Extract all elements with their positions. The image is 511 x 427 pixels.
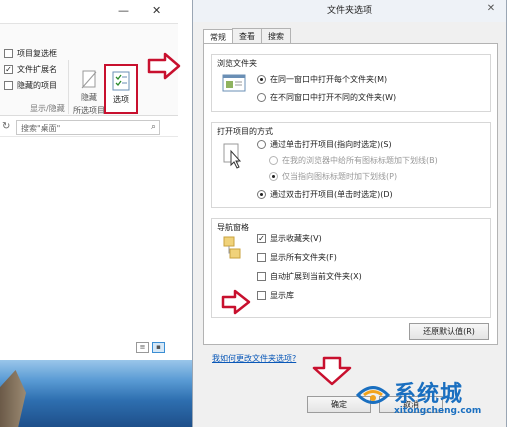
tab-search[interactable]: 搜索	[261, 28, 291, 44]
checkbox-checked[interactable]: ✓	[4, 65, 13, 74]
red-arrow-down-icon	[312, 356, 352, 386]
options-button[interactable]: 选项	[104, 64, 138, 114]
folders-icon	[223, 236, 241, 259]
option-label: 显示所有文件夹(F)	[270, 253, 337, 262]
radio-double-click[interactable]: 通过双击打开项目(单击时选定)(D)	[257, 189, 393, 200]
help-link[interactable]: 我如何更改文件夹选项?	[212, 353, 296, 364]
restore-defaults-button[interactable]: 还原默认值(R)	[409, 323, 489, 340]
browse-folders-group: 浏览文件夹 在同一窗口中打开每个文件夹(M) 在不同窗口中打开不同的文件夹(W)	[211, 54, 491, 112]
checkbox-label: 文件扩展名	[17, 65, 57, 74]
search-input[interactable]: 搜索"桌面" ⌕	[16, 120, 160, 135]
radio-button[interactable]	[257, 190, 266, 199]
option-label: 通过单击打开项目(指向时选定)(S)	[270, 140, 392, 149]
watermark-logo-icon	[355, 386, 391, 404]
option-label: 在同一窗口中打开每个文件夹(M)	[270, 75, 388, 84]
radio-new-window[interactable]: 在不同窗口中打开不同的文件夹(W)	[257, 92, 396, 103]
group-title: 打开项目的方式	[217, 127, 273, 136]
file-extensions-option[interactable]: ✓ 文件扩展名	[4, 64, 57, 75]
hide-selected-items-button[interactable]: 隐藏 所选项目	[70, 70, 108, 116]
dialog-close-button[interactable]: ✕	[482, 3, 500, 17]
group-title: 浏览文件夹	[217, 59, 257, 68]
watermark-text: 系统城	[394, 382, 464, 407]
checkbox[interactable]	[257, 272, 266, 281]
checkbox[interactable]	[4, 81, 13, 90]
checkbox[interactable]	[257, 291, 266, 300]
red-arrow-right-icon	[221, 289, 251, 315]
radio-button[interactable]	[257, 140, 266, 149]
hide-sub-label: 所选项目	[73, 106, 105, 115]
option-label: 在不同窗口中打开不同的文件夹(W)	[270, 93, 397, 102]
refresh-icon[interactable]: ↻	[2, 121, 10, 132]
checkbox[interactable]	[257, 253, 266, 262]
address-row: ↻ 搜索"桌面" ⌕	[0, 119, 178, 137]
option-label: 通过双击打开项目(单击时选定)(D)	[270, 190, 393, 199]
options-icon	[112, 71, 130, 91]
option-label: 显示收藏夹(V)	[270, 234, 322, 243]
divider	[68, 60, 69, 114]
tab-general[interactable]: 常规	[203, 29, 233, 43]
hide-items-icon	[81, 70, 97, 89]
red-arrow-right-icon	[147, 52, 181, 80]
dialog-tabs: 常规 查看 搜索	[203, 28, 291, 44]
options-label: 选项	[113, 95, 129, 104]
checkbox-label: 隐藏的项目	[17, 81, 57, 90]
radio-button[interactable]	[269, 172, 278, 181]
large-icons-view-icon[interactable]: ▪	[152, 342, 165, 353]
site-watermark: 系统城 xitongcheng.com	[352, 372, 508, 427]
pointer-document-icon	[223, 143, 242, 169]
radio-button[interactable]	[257, 75, 266, 84]
click-items-group: 打开项目的方式 通过单击打开项目(指向时选定)(S) 在我的浏览器中给所有图标标…	[211, 122, 491, 208]
hide-label: 隐藏	[81, 93, 97, 102]
checkbox[interactable]	[4, 49, 13, 58]
search-icon[interactable]: ⌕	[151, 122, 156, 132]
watermark-url: xitongcheng.com	[394, 406, 482, 416]
checkbox-expand-to-current[interactable]: 自动扩展到当前文件夹(X)	[257, 271, 362, 282]
hidden-items-option[interactable]: 隐藏的项目	[4, 80, 57, 91]
dialog-title: 文件夹选项	[193, 0, 506, 22]
navigation-pane-group: 导航窗格 ✓ 显示收藏夹(V) 显示所有文件夹(F) 自动扩展到当前文件夹(X)…	[211, 218, 491, 318]
details-view-icon[interactable]: ≡	[136, 342, 149, 353]
option-label: 在我的浏览器中给所有图标标题加下划线(B)	[282, 156, 438, 165]
minimize-button[interactable]: —	[118, 4, 129, 17]
checkbox-label: 项目复选框	[17, 49, 57, 58]
close-button[interactable]: ✕	[152, 4, 161, 17]
checkbox-show-libraries[interactable]: 显示库	[257, 290, 294, 301]
option-label: 仅当指向图标标题时加下划线(P)	[282, 172, 398, 181]
option-label: 显示库	[270, 291, 294, 300]
explorer-titlebar: — ✕	[0, 0, 178, 24]
radio-single-click[interactable]: 通过单击打开项目(指向时选定)(S)	[257, 139, 392, 150]
file-list-area	[0, 138, 178, 338]
desktop-wallpaper	[0, 360, 192, 427]
radio-same-window[interactable]: 在同一窗口中打开每个文件夹(M)	[257, 74, 387, 85]
option-label: 自动扩展到当前文件夹(X)	[270, 272, 362, 281]
checkbox-checked[interactable]: ✓	[257, 234, 266, 243]
view-switcher: ≡ ▪	[136, 342, 165, 353]
radio-button[interactable]	[269, 156, 278, 165]
search-placeholder: 搜索"桌面"	[21, 124, 61, 133]
group-title: 导航窗格	[217, 223, 249, 232]
checkbox-show-all-folders[interactable]: 显示所有文件夹(F)	[257, 252, 337, 263]
item-checkboxes-option[interactable]: 项目复选框	[4, 48, 57, 59]
checkbox-show-favorites[interactable]: ✓ 显示收藏夹(V)	[257, 233, 322, 244]
window-icon	[222, 74, 246, 92]
tab-view[interactable]: 查看	[232, 28, 262, 44]
radio-button[interactable]	[257, 93, 266, 102]
radio-underline-hover[interactable]: 仅当指向图标标题时加下划线(P)	[269, 171, 397, 182]
group-label: 显示/隐藏	[30, 104, 65, 113]
radio-underline-always[interactable]: 在我的浏览器中给所有图标标题加下划线(B)	[269, 155, 438, 166]
